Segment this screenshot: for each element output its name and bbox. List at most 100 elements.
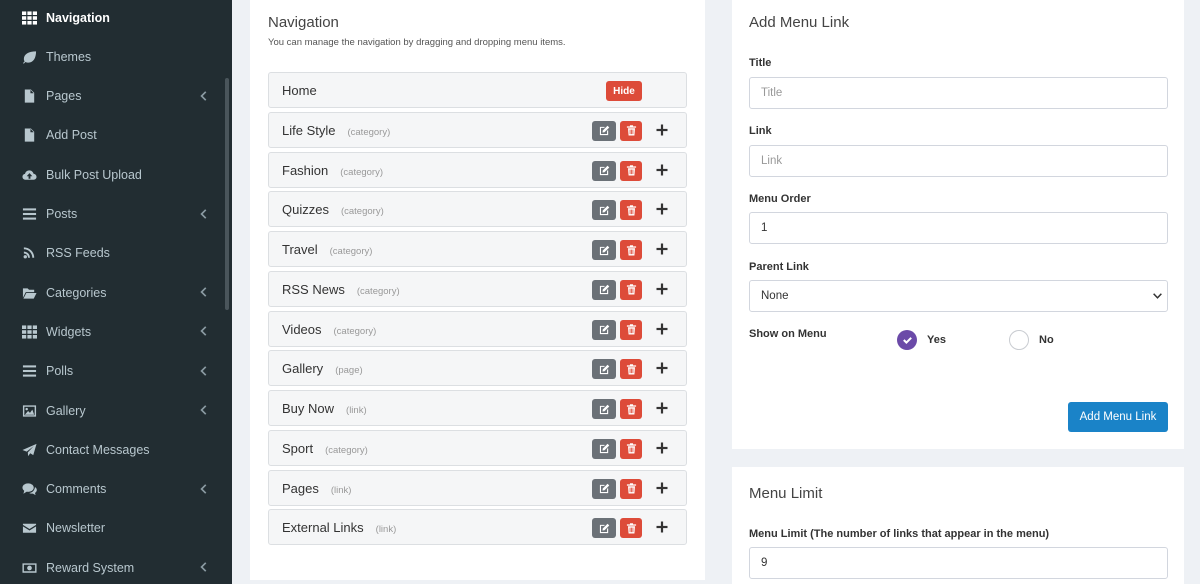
edit-icon — [599, 443, 610, 454]
expand-plus-icon[interactable] — [656, 322, 670, 336]
edit-icon — [599, 483, 610, 494]
nav-menu-item[interactable]: External Links (link) — [268, 509, 687, 546]
chevron-down-icon — [1152, 291, 1163, 302]
edit-button[interactable] — [592, 120, 616, 141]
add-menu-link-button[interactable]: Add Menu Link — [1068, 402, 1168, 432]
nav-menu-item-type: (link) — [346, 405, 367, 416]
sidebar-item-gallery[interactable]: Gallery — [0, 391, 232, 430]
nav-menu-item-type: (link) — [375, 524, 397, 536]
no-label: No — [1039, 334, 1054, 346]
sidebar-item-categories[interactable]: Categories — [0, 273, 232, 312]
delete-button[interactable] — [620, 319, 642, 340]
expand-plus-icon[interactable] — [656, 202, 670, 216]
sidebar-item-comments[interactable]: Comments — [0, 470, 232, 509]
edit-button[interactable] — [592, 359, 616, 380]
delete-button[interactable] — [620, 120, 642, 141]
sidebar-item-pages[interactable]: Pages — [0, 77, 232, 116]
link-input[interactable]: Link — [749, 145, 1168, 177]
edit-button[interactable] — [592, 399, 616, 419]
nav-menu-item-name: Quizzes (category) — [282, 202, 384, 217]
nav-menu-item[interactable]: Life Style (category) — [268, 111, 687, 148]
delete-button[interactable] — [620, 240, 642, 260]
delete-button[interactable] — [620, 438, 642, 459]
menu-order-label: Menu Order — [749, 193, 811, 205]
nav-menu-item-type: (category) — [356, 285, 400, 297]
nav-menu-item-label: Home — [282, 83, 317, 98]
edit-button[interactable] — [592, 279, 616, 300]
edit-button[interactable] — [592, 478, 616, 499]
sidebar-item-contact-messages[interactable]: Contact Messages — [0, 430, 232, 469]
sidebar-item-widgets[interactable]: Widgets — [0, 312, 232, 351]
nav-menu-item[interactable]: Pages (link) — [268, 469, 687, 506]
nav-menu-item[interactable]: Home Hide — [268, 72, 687, 108]
nav-menu-item[interactable]: Fashion (category) — [268, 151, 687, 188]
delete-button[interactable] — [620, 200, 642, 221]
nav-menu-item-name: Sport (category) — [282, 441, 368, 456]
sidebar-item-posts[interactable]: Posts — [0, 195, 232, 234]
delete-button[interactable] — [620, 399, 642, 419]
nav-menu-item-label: Fashion — [282, 162, 329, 178]
file-icon — [21, 128, 37, 142]
edit-button[interactable] — [592, 160, 616, 181]
rss-icon — [21, 246, 37, 260]
sidebar-item-label: Posts — [46, 207, 78, 221]
edit-button[interactable] — [592, 518, 616, 539]
expand-plus-icon[interactable] — [656, 123, 670, 137]
nav-menu-item[interactable]: Buy Now (link) — [268, 390, 687, 426]
sidebar-item-label: Comments — [46, 482, 107, 497]
nav-menu-item[interactable]: Quizzes (category) — [268, 191, 687, 228]
edit-button[interactable] — [592, 200, 616, 221]
sidebar-item-newsletter[interactable]: Newsletter — [0, 509, 232, 548]
nav-menu-item-type: (category) — [340, 206, 384, 218]
delete-button[interactable] — [620, 359, 642, 380]
delete-button[interactable] — [620, 478, 642, 499]
sidebar-scrollbar[interactable] — [225, 78, 229, 310]
sidebar-item-add-post[interactable]: Add Post — [0, 116, 232, 155]
navigation-title: Navigation — [268, 14, 339, 31]
nav-menu-item[interactable]: Gallery (page) — [268, 350, 687, 387]
delete-button[interactable] — [620, 518, 642, 539]
sidebar-item-label: Reward System — [46, 560, 135, 575]
nav-menu-item-label: Pages — [282, 480, 319, 496]
expand-plus-icon[interactable] — [656, 282, 670, 296]
expand-plus-icon[interactable] — [656, 520, 670, 534]
nav-menu-item-type: (category) — [347, 126, 391, 138]
navigation-panel: Navigation You can manage the navigation… — [250, 0, 705, 580]
expand-plus-icon[interactable] — [656, 163, 670, 177]
trash-icon — [626, 324, 637, 335]
expand-plus-icon[interactable] — [656, 361, 670, 375]
parent-link-select[interactable]: None — [749, 280, 1168, 312]
show-on-menu-no-radio[interactable]: No — [1009, 330, 1054, 350]
radio-empty-icon — [1009, 330, 1029, 350]
sidebar-item-polls[interactable]: Polls — [0, 352, 232, 391]
expand-plus-icon[interactable] — [656, 441, 670, 455]
nav-menu-item[interactable]: Travel (category) — [268, 231, 687, 267]
expand-plus-icon[interactable] — [656, 242, 670, 256]
sidebar-item-bulk-post-upload[interactable]: Bulk Post Upload — [0, 155, 232, 194]
expand-plus-icon[interactable] — [656, 481, 670, 495]
sidebar-item-label: Widgets — [46, 324, 92, 339]
delete-button[interactable] — [620, 279, 642, 300]
sidebar-item-reward-system[interactable]: Reward System — [0, 548, 232, 584]
nav-menu-item-label: Videos — [282, 321, 322, 337]
edit-button[interactable] — [592, 438, 616, 459]
chevron-left-icon — [197, 208, 209, 220]
nav-menu-item[interactable]: Sport (category) — [268, 429, 687, 466]
sidebar-item-navigation[interactable]: Navigation — [0, 0, 232, 37]
title-input[interactable]: Title — [749, 77, 1168, 109]
sidebar-item-themes[interactable]: Themes — [0, 37, 232, 76]
edit-icon — [599, 245, 610, 256]
menu-order-input[interactable]: 1 — [749, 212, 1168, 244]
sidebar-item-rss-feeds[interactable]: RSS Feeds — [0, 234, 232, 273]
menu-limit-input[interactable]: 9 — [749, 547, 1168, 579]
nav-menu-item[interactable]: RSS News (category) — [268, 270, 687, 307]
nav-menu-item[interactable]: Videos (category) — [268, 310, 687, 347]
edit-button[interactable] — [592, 240, 616, 260]
edit-button[interactable] — [592, 319, 616, 340]
delete-button[interactable] — [620, 160, 642, 181]
yes-label: Yes — [927, 334, 946, 346]
show-on-menu-yes-radio[interactable]: Yes — [897, 330, 946, 350]
expand-plus-icon[interactable] — [656, 401, 670, 415]
hide-button[interactable]: Hide — [606, 81, 642, 101]
edit-icon — [599, 324, 610, 335]
